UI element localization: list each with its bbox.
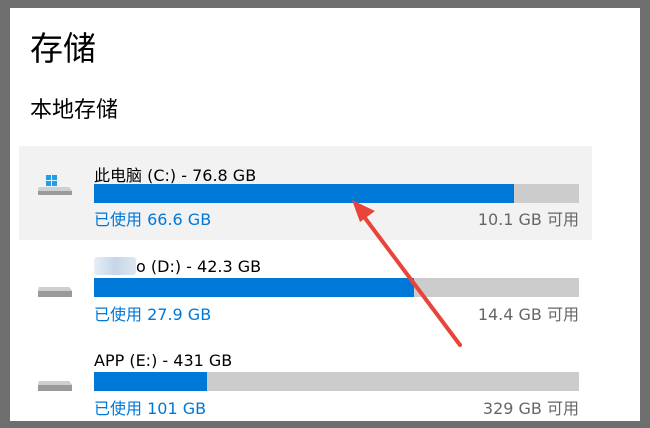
annotation-arrow: [352, 200, 462, 347]
arrow-head: [352, 200, 375, 222]
arrow-shaft: [360, 212, 462, 347]
